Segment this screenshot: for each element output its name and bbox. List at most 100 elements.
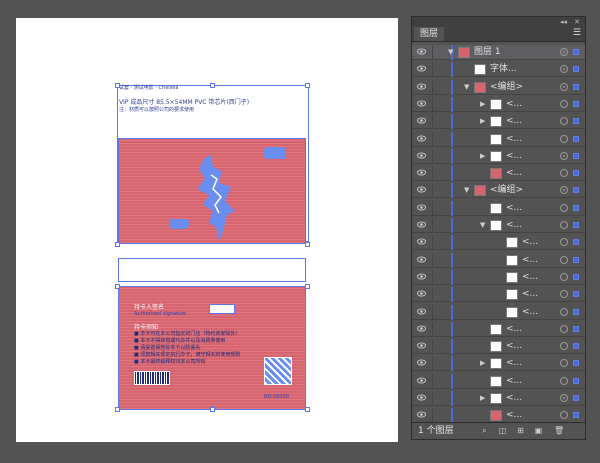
- visibility-eye-icon[interactable]: [417, 152, 426, 159]
- visibility-eye-icon[interactable]: [417, 273, 426, 280]
- lock-column[interactable]: [432, 166, 433, 182]
- lock-column[interactable]: [432, 200, 433, 216]
- visibility-eye-icon[interactable]: [417, 359, 426, 366]
- lock-column[interactable]: [432, 114, 433, 130]
- expanded-triangle-icon[interactable]: ▼: [464, 186, 469, 194]
- layer-row[interactable]: <...: [412, 131, 585, 147]
- selection-square-icon[interactable]: [573, 412, 579, 419]
- target-circle-icon[interactable]: [560, 151, 568, 160]
- visibility-eye-icon[interactable]: [417, 186, 426, 193]
- collapsed-triangle-icon[interactable]: ▶: [480, 117, 485, 125]
- layer-label[interactable]: <...: [522, 288, 538, 301]
- visibility-eye-icon[interactable]: [417, 325, 426, 332]
- selection-square-icon[interactable]: [573, 343, 579, 350]
- visibility-eye-icon[interactable]: [417, 204, 426, 211]
- layer-label[interactable]: <...: [522, 254, 538, 267]
- layer-row[interactable]: 字体...: [412, 62, 585, 78]
- layer-label[interactable]: <...: [522, 236, 538, 249]
- layer-row[interactable]: <...: [412, 252, 585, 268]
- layer-label[interactable]: <...: [522, 271, 538, 284]
- selection-square-icon[interactable]: [573, 222, 579, 228]
- layer-label[interactable]: <...: [506, 167, 522, 180]
- selection-handle[interactable]: [210, 407, 215, 412]
- target-circle-icon[interactable]: [560, 117, 568, 126]
- locate-object-icon[interactable]: ⌕: [480, 426, 489, 435]
- selection-square-icon[interactable]: [573, 118, 579, 125]
- layer-row[interactable]: <...: [412, 200, 585, 216]
- lock-column[interactable]: [432, 304, 433, 320]
- lock-column[interactable]: [432, 62, 433, 78]
- selection-square-icon[interactable]: [573, 187, 579, 194]
- lock-column[interactable]: [432, 252, 433, 268]
- expanded-triangle-icon[interactable]: ▼: [448, 48, 453, 56]
- collapsed-triangle-icon[interactable]: ▶: [480, 394, 485, 402]
- selection-square-icon[interactable]: [573, 66, 579, 73]
- target-circle-icon[interactable]: [560, 48, 568, 56]
- make-clipping-mask-icon[interactable]: ◫: [498, 426, 507, 435]
- visibility-eye-icon[interactable]: [417, 256, 426, 263]
- selection-square-icon[interactable]: [573, 291, 579, 298]
- close-icon[interactable]: ✕: [574, 17, 580, 27]
- layer-label[interactable]: <...: [506, 98, 522, 111]
- card-back[interactable]: 持卡人签名 Authorised signature 持卡须知 ■ 本卡可在本公…: [118, 286, 306, 410]
- layer-row[interactable]: <...: [412, 269, 585, 285]
- lock-column[interactable]: [432, 356, 433, 372]
- target-circle-icon[interactable]: [560, 290, 568, 299]
- layer-row[interactable]: ▶ <...: [412, 148, 585, 164]
- selection-square-icon[interactable]: [573, 256, 579, 263]
- visibility-eye-icon[interactable]: [417, 238, 426, 245]
- layer-row[interactable]: <...: [412, 339, 585, 355]
- selection-handle[interactable]: [305, 242, 310, 247]
- target-circle-icon[interactable]: [560, 99, 568, 108]
- selection-square-icon[interactable]: [573, 308, 579, 315]
- panel-menu-icon[interactable]: ☰: [573, 28, 581, 38]
- selection-square-icon[interactable]: [573, 152, 579, 159]
- target-circle-icon[interactable]: [560, 255, 568, 264]
- selection-handle[interactable]: [305, 284, 310, 289]
- selection-square-icon[interactable]: [573, 273, 579, 280]
- lock-column[interactable]: [432, 79, 433, 95]
- layer-row[interactable]: ▼ <...: [412, 218, 585, 233]
- layer-label[interactable]: <...: [506, 133, 522, 146]
- visibility-eye-icon[interactable]: [417, 100, 426, 107]
- layer-label[interactable]: <...: [506, 409, 522, 422]
- lock-column[interactable]: [432, 269, 433, 285]
- lock-column[interactable]: [432, 148, 433, 164]
- selection-handle[interactable]: [115, 284, 120, 289]
- target-circle-icon[interactable]: [560, 307, 568, 316]
- layer-row[interactable]: ▼ <编组>: [412, 183, 585, 199]
- target-circle-icon[interactable]: [560, 65, 568, 74]
- selection-square-icon[interactable]: [573, 83, 579, 90]
- selection-square-icon[interactable]: [573, 239, 579, 246]
- layer-label[interactable]: <编组>: [490, 184, 523, 197]
- target-circle-icon[interactable]: [560, 376, 568, 385]
- collapsed-triangle-icon[interactable]: ▶: [480, 152, 485, 160]
- lock-column[interactable]: [432, 339, 433, 355]
- new-sublayer-icon[interactable]: ⊞: [516, 426, 525, 435]
- visibility-eye-icon[interactable]: [417, 290, 426, 297]
- target-circle-icon[interactable]: [560, 134, 568, 143]
- layer-row[interactable]: <...: [412, 321, 585, 337]
- selection-handle[interactable]: [210, 83, 215, 88]
- visibility-eye-icon[interactable]: [417, 377, 426, 384]
- target-circle-icon[interactable]: [560, 221, 568, 229]
- layer-label[interactable]: <...: [506, 357, 522, 370]
- lock-column[interactable]: [432, 391, 433, 406]
- selection-handle[interactable]: [115, 242, 120, 247]
- layer-label[interactable]: <...: [506, 219, 522, 232]
- layer-row[interactable]: ▶ <...: [412, 356, 585, 372]
- layer-label[interactable]: <...: [506, 323, 522, 336]
- lock-column[interactable]: [432, 183, 433, 199]
- target-circle-icon[interactable]: [560, 203, 568, 212]
- target-circle-icon[interactable]: [560, 324, 568, 333]
- layer-label[interactable]: <...: [506, 202, 522, 215]
- layer-label[interactable]: <...: [506, 150, 522, 163]
- layer-row[interactable]: ▼ <编组>: [412, 79, 585, 95]
- target-circle-icon[interactable]: [560, 82, 568, 91]
- artboard[interactable]: 试套 · 测试电影 · Chelsea VIP 成品尺寸 85.5×54MM P…: [16, 18, 398, 442]
- visibility-eye-icon[interactable]: [417, 83, 426, 90]
- selection-square-icon[interactable]: [573, 170, 579, 177]
- selection-square-icon[interactable]: [573, 135, 579, 142]
- layer-label[interactable]: <...: [506, 340, 522, 353]
- layer-label[interactable]: <...: [506, 375, 522, 388]
